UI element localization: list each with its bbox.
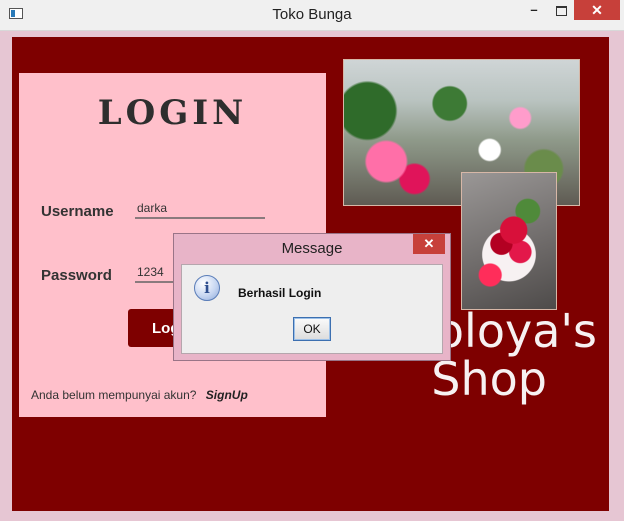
message-dialog: Message ✕ i Berhasil Login OK: [173, 233, 451, 361]
signup-row: Anda belum mempunyai akun? SignUp: [31, 388, 248, 402]
maximize-icon: [555, 6, 567, 16]
dialog-title: Message: [281, 240, 343, 257]
login-heading: LOGIN: [97, 93, 248, 133]
dialog-message: Berhasil Login: [238, 286, 322, 300]
password-label: Password: [41, 267, 112, 284]
maximize-button[interactable]: [548, 0, 574, 20]
username-input[interactable]: [135, 199, 265, 219]
shop-brand-line2: Shop: [431, 352, 547, 406]
dialog-close-button[interactable]: ✕: [413, 234, 445, 254]
close-button[interactable]: ✕: [574, 0, 620, 20]
rose-bouquet-photo: [461, 172, 557, 310]
username-label: Username: [41, 203, 114, 220]
ok-button[interactable]: OK: [293, 317, 331, 341]
info-icon: i: [194, 275, 220, 301]
window-titlebar: Toko Bunga – ✕: [0, 0, 624, 31]
minimize-button[interactable]: –: [520, 0, 548, 20]
dialog-body: i Berhasil Login OK: [181, 264, 443, 354]
signup-prompt: Anda belum mempunyai akun?: [31, 388, 197, 402]
signup-link[interactable]: SignUp: [206, 388, 248, 402]
